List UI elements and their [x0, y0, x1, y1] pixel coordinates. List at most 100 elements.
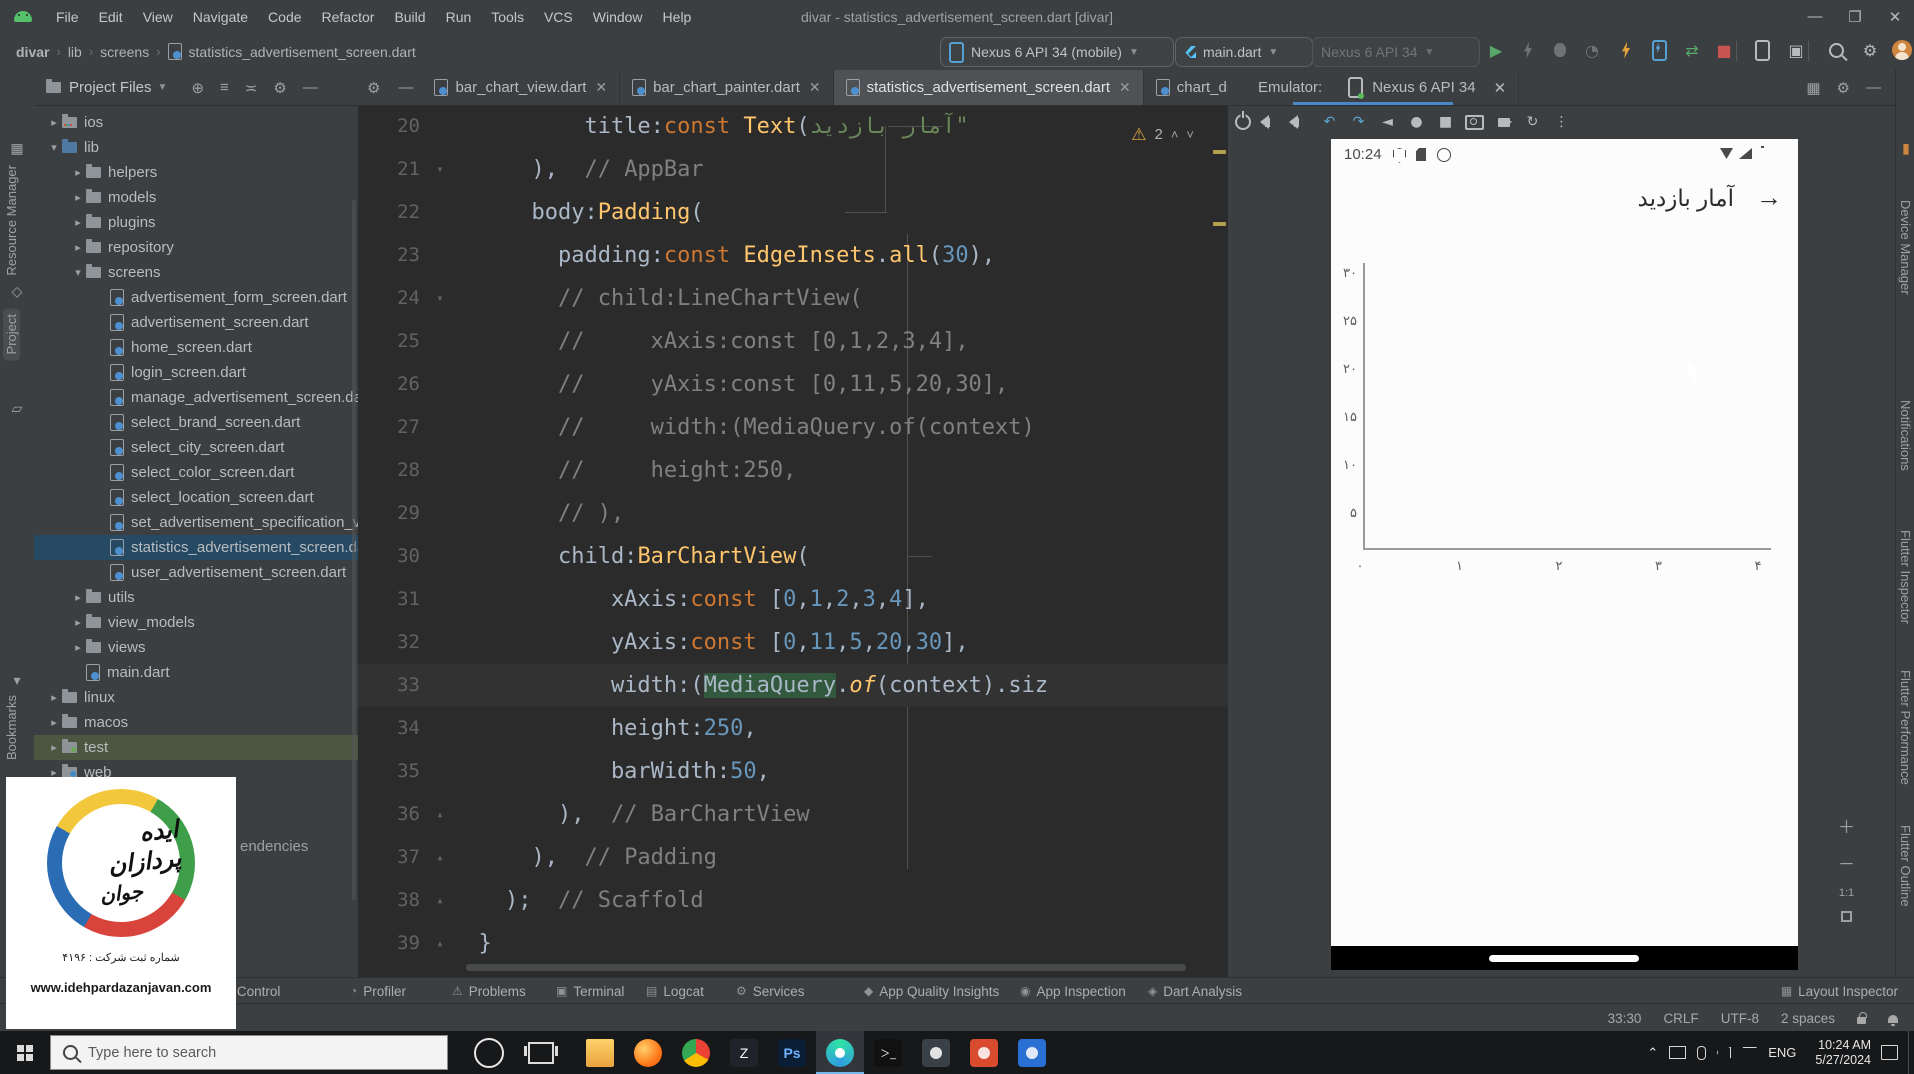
device-manager-button[interactable]	[1748, 36, 1776, 64]
device-selector[interactable]: Nexus 6 API 34 (mobile) ▼	[940, 37, 1174, 67]
code-line-23[interactable]: 23 padding:const EdgeInsets.all(30),	[358, 234, 1228, 277]
tab-profiler[interactable]: ◔Profiler	[350, 978, 406, 1004]
tab-layout-inspector[interactable]: ▦ Layout Inspector	[1781, 978, 1898, 1004]
code-line-34[interactable]: 34 height:250,	[358, 707, 1228, 750]
tree-item-advertisement-form-screen-dart[interactable]: advertisement_form_screen.dart	[34, 285, 359, 310]
start-button[interactable]	[0, 1031, 50, 1074]
taskbar-app-firefox[interactable]	[624, 1031, 672, 1074]
resource-manager-icon[interactable]: ▦	[9, 140, 25, 156]
screenshot-button[interactable]: ↻	[1518, 114, 1547, 130]
sidebar-item-resource-manager[interactable]: Resource Manager	[4, 165, 19, 276]
tree-item-repository[interactable]: ▸repository	[34, 235, 359, 260]
tree-item-login-screen-dart[interactable]: login_screen.dart	[34, 360, 359, 385]
pin-icon[interactable]: ◇	[9, 283, 25, 299]
taskbar-app-android-studio[interactable]	[816, 1031, 864, 1074]
editor[interactable]: ⚙ — bar_chart_view.dart✕bar_chart_painte…	[358, 70, 1228, 977]
tab-bar-chart-view-dart[interactable]: bar_chart_view.dart✕	[422, 70, 620, 105]
code-line-27[interactable]: 27 // width:(MediaQuery.of(context)	[358, 406, 1228, 449]
language-indicator[interactable]: ENG	[1768, 1045, 1796, 1060]
speaker-icon[interactable]	[1717, 1047, 1731, 1059]
code-line-28[interactable]: 28 // height:250,	[358, 449, 1228, 492]
code-line-35[interactable]: 35 barWidth:50,	[358, 750, 1228, 793]
layout-icon[interactable]: ▦	[1806, 79, 1820, 97]
menu-run[interactable]: Run	[436, 9, 482, 25]
tree-item-helpers[interactable]: ▸helpers	[34, 160, 359, 185]
tab-hide-icon[interactable]: —	[389, 79, 422, 96]
fold-marker-icon[interactable]: ▴	[428, 922, 452, 965]
code-line-26[interactable]: 26 // yAxis:const [0,11,5,20,30],	[358, 363, 1228, 406]
emulator-tab[interactable]: Nexus 6 API 34	[1372, 79, 1475, 96]
home-pill[interactable]	[1489, 955, 1639, 962]
menu-tools[interactable]: Tools	[481, 9, 534, 25]
microphone-icon[interactable]	[1697, 1046, 1706, 1060]
code-line-39[interactable]: 39▴ }	[358, 922, 1228, 965]
tree-scrollbar[interactable]	[352, 200, 356, 900]
debug-button[interactable]	[1546, 36, 1574, 64]
fold-marker-icon[interactable]: ▾	[428, 148, 452, 191]
tree-item-set-advertisement-specification-va[interactable]: set_advertisement_specification_va	[34, 510, 359, 535]
sidebar-item-flutter-performance[interactable]: Flutter Performance	[1898, 670, 1913, 785]
breadcrumb-file[interactable]: statistics_advertisement_screen.dart	[189, 44, 416, 60]
tree-item-macos[interactable]: ▸macos	[34, 710, 359, 735]
back-arrow-button[interactable]: →	[1756, 182, 1782, 213]
code-line-24[interactable]: 24▾ // child:LineChartView(	[358, 277, 1228, 320]
tab-settings-icon[interactable]: ⚙	[358, 79, 389, 97]
tab-dart-analysis[interactable]: ◈Dart Analysis	[1148, 978, 1242, 1004]
menu-navigate[interactable]: Navigate	[183, 9, 258, 25]
taskbar-app-app-orange[interactable]	[960, 1031, 1008, 1074]
close-icon[interactable]: ✕	[1482, 70, 1520, 105]
tray-expand-icon[interactable]: ⌃	[1647, 1045, 1658, 1061]
tab-terminal[interactable]: ▣Terminal	[556, 978, 624, 1004]
bookmark-icon[interactable]: ▾	[9, 672, 25, 688]
sidebar-item-project[interactable]: Project	[3, 308, 20, 360]
caret-position[interactable]: 33:30	[1608, 1011, 1642, 1026]
tree-item-linux[interactable]: ▸linux	[34, 685, 359, 710]
menu-edit[interactable]: Edit	[89, 9, 133, 25]
taskbar-app-app-z[interactable]: Z	[720, 1031, 768, 1074]
tab-bar-chart-painter-dart[interactable]: bar_chart_painter.dart✕	[620, 70, 834, 105]
line-separator[interactable]: CRLF	[1663, 1011, 1698, 1026]
notifications-bell-icon[interactable]	[1888, 1015, 1898, 1023]
taskbar-search-input[interactable]: Type here to search	[50, 1035, 448, 1070]
volume-down-button[interactable]	[1286, 118, 1315, 127]
gear-icon[interactable]: ⚙	[1837, 79, 1850, 97]
code-line-38[interactable]: 38▴ ); // Scaffold	[358, 879, 1228, 922]
file-encoding[interactable]: UTF-8	[1721, 1011, 1759, 1026]
close-icon[interactable]: ✕	[595, 79, 607, 96]
sidebar-item-flutter-inspector[interactable]: Flutter Inspector	[1898, 530, 1913, 624]
hide-panel-icon[interactable]: —	[1866, 79, 1881, 96]
sidebar-item-notifications[interactable]: Notifications	[1898, 400, 1913, 471]
tree-item-select-color-screen-dart[interactable]: select_color_screen.dart	[34, 460, 359, 485]
menu-help[interactable]: Help	[653, 9, 702, 25]
zoom-out-button[interactable]: －	[1838, 850, 1855, 875]
fold-marker-icon[interactable]: ▾	[428, 277, 452, 320]
sidebar-item-device-manager[interactable]: Device Manager	[1898, 200, 1913, 295]
expand-all-button[interactable]: ≡	[220, 79, 229, 96]
action-center-icon[interactable]	[1881, 1045, 1898, 1060]
run-config-selector[interactable]: main.dart ▼	[1175, 37, 1313, 67]
flutter-attach-button[interactable]: ⇄	[1678, 36, 1706, 64]
tab-services[interactable]: ⚙Services	[736, 978, 805, 1004]
collapse-all-button[interactable]: ≍	[245, 79, 258, 97]
code-line-29[interactable]: 29 // ),	[358, 492, 1228, 535]
taskbar-app-app-blue[interactable]	[1008, 1031, 1056, 1074]
breadcrumb-item-screens[interactable]: screens	[100, 44, 149, 60]
code-line-21[interactable]: 21▾ ), // AppBar	[358, 148, 1228, 191]
search-everywhere-button[interactable]	[1822, 36, 1850, 64]
stop-button[interactable]: ■	[1710, 36, 1738, 64]
tree-item-models[interactable]: ▸models	[34, 185, 359, 210]
settings-button[interactable]: ⚙	[1856, 36, 1884, 64]
fold-marker-icon[interactable]: ▴	[428, 793, 452, 836]
user-avatar[interactable]	[1888, 36, 1914, 64]
hide-panel-button[interactable]: —	[303, 79, 318, 96]
taskbar-app-app-gray[interactable]	[912, 1031, 960, 1074]
code-area[interactable]: ⚠ 2 ˄ ˅ 20 title:const Text("آمار بازدید…	[358, 105, 1228, 977]
taskbar-app-command-prompt[interactable]: ＞_	[864, 1031, 912, 1074]
taskbar-clock[interactable]: 10:24 AM5/27/2024	[1815, 1038, 1871, 1068]
hot-reload-button[interactable]	[1612, 36, 1640, 64]
menu-vcs[interactable]: VCS	[534, 9, 583, 25]
tree-item-view-models[interactable]: ▸view_models	[34, 610, 359, 635]
code-line-37[interactable]: 37▴ ), // Padding	[358, 836, 1228, 879]
camera-button[interactable]	[1460, 115, 1489, 130]
indent-setting[interactable]: 2 spaces	[1781, 1011, 1835, 1026]
